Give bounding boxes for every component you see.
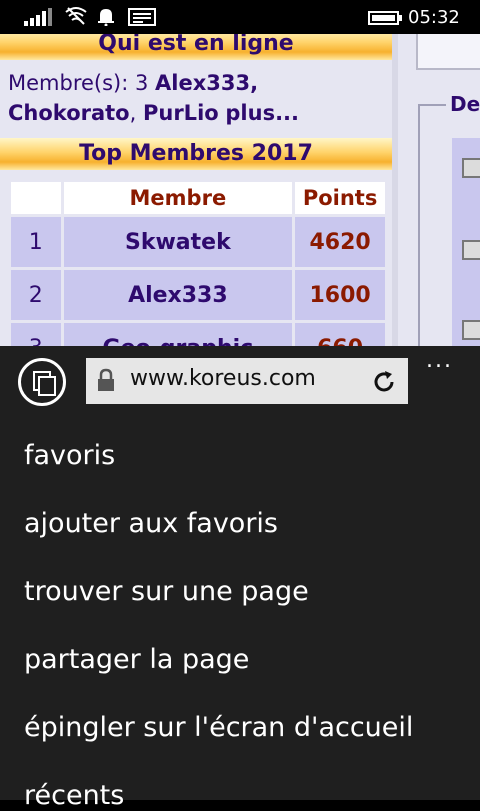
- battery-icon: [368, 11, 402, 25]
- rank-cell: 3: [11, 323, 61, 346]
- tabs-icon-front: [38, 376, 56, 396]
- right-column: De: [392, 34, 480, 346]
- member-name-link[interactable]: Alex333: [63, 270, 293, 320]
- table-row: 3 Geo-graphic 660: [11, 323, 385, 346]
- points-cell: 1600: [295, 270, 385, 320]
- menu-item-favorites[interactable]: favoris: [24, 440, 115, 471]
- points-cell: 4620: [295, 217, 385, 267]
- header-rank: [11, 182, 61, 214]
- url-text[interactable]: www.koreus.com: [130, 366, 316, 391]
- members-plus-link[interactable]: plus...: [225, 101, 299, 125]
- address-bar[interactable]: www.koreus.com: [86, 358, 408, 404]
- bullet-icon: [462, 320, 480, 340]
- header-member: Membre: [63, 182, 293, 214]
- bullet-icon: [462, 240, 480, 260]
- menu-item-pin-to-start[interactable]: épingler sur l'écran d'accueil: [24, 712, 413, 743]
- member-name-link[interactable]: Geo-graphic: [63, 323, 293, 346]
- tabs-button[interactable]: [18, 358, 66, 406]
- message-icon: [128, 8, 156, 26]
- online-members-text: Membre(s): 3 Alex333, Chokorato, PurLio …: [8, 68, 392, 128]
- rank-cell: 1: [11, 217, 61, 267]
- member-name-link[interactable]: Skwatek: [63, 217, 293, 267]
- web-page-content[interactable]: Qui est en ligne Membre(s): 3 Alex333, C…: [0, 34, 480, 346]
- wifi-icon: [65, 7, 87, 25]
- menu-item-find-on-page[interactable]: trouver sur une page: [24, 576, 309, 607]
- more-options-button[interactable]: ...: [426, 348, 453, 373]
- menu-item-share-page[interactable]: partager la page: [24, 644, 249, 675]
- table-row: 2 Alex333 1600: [11, 270, 385, 320]
- notification-bell-icon: [98, 9, 114, 26]
- right-top-box: [416, 34, 480, 70]
- browser-menu-panel: www.koreus.com ... favoris ajouter aux f…: [0, 346, 480, 811]
- member-link-chokorato[interactable]: Chokorato: [8, 101, 130, 125]
- member-link-purlio[interactable]: PurLio: [143, 101, 219, 125]
- member-link-alex333[interactable]: Alex333,: [155, 71, 258, 95]
- lock-icon: [98, 368, 114, 391]
- table-header-row: Membre Points: [11, 182, 385, 214]
- clock: 05:32: [408, 7, 460, 28]
- rank-cell: 2: [11, 270, 61, 320]
- members-prefix: Membre(s): 3: [8, 71, 156, 95]
- table-row: 1 Skwatek 4620: [11, 217, 385, 267]
- points-cell: 660: [295, 323, 385, 346]
- right-section-title: De: [446, 92, 480, 116]
- top-members-title: Top Membres 2017: [0, 138, 392, 170]
- members-separator: ,: [129, 101, 143, 125]
- status-bar: 05:32: [0, 0, 480, 34]
- top-members-table: Membre Points 1 Skwatek 4620 2 Alex333 1…: [8, 179, 388, 346]
- signal-strength-icon: [24, 8, 52, 26]
- bullet-icon: [462, 158, 480, 178]
- menu-item-add-to-favorites[interactable]: ajouter aux favoris: [24, 508, 278, 539]
- left-column: Qui est en ligne Membre(s): 3 Alex333, C…: [0, 34, 392, 346]
- header-points: Points: [295, 182, 385, 214]
- menu-item-recent[interactable]: récents: [24, 780, 124, 811]
- refresh-icon[interactable]: [370, 368, 398, 396]
- online-section-title: Qui est en ligne: [0, 34, 392, 60]
